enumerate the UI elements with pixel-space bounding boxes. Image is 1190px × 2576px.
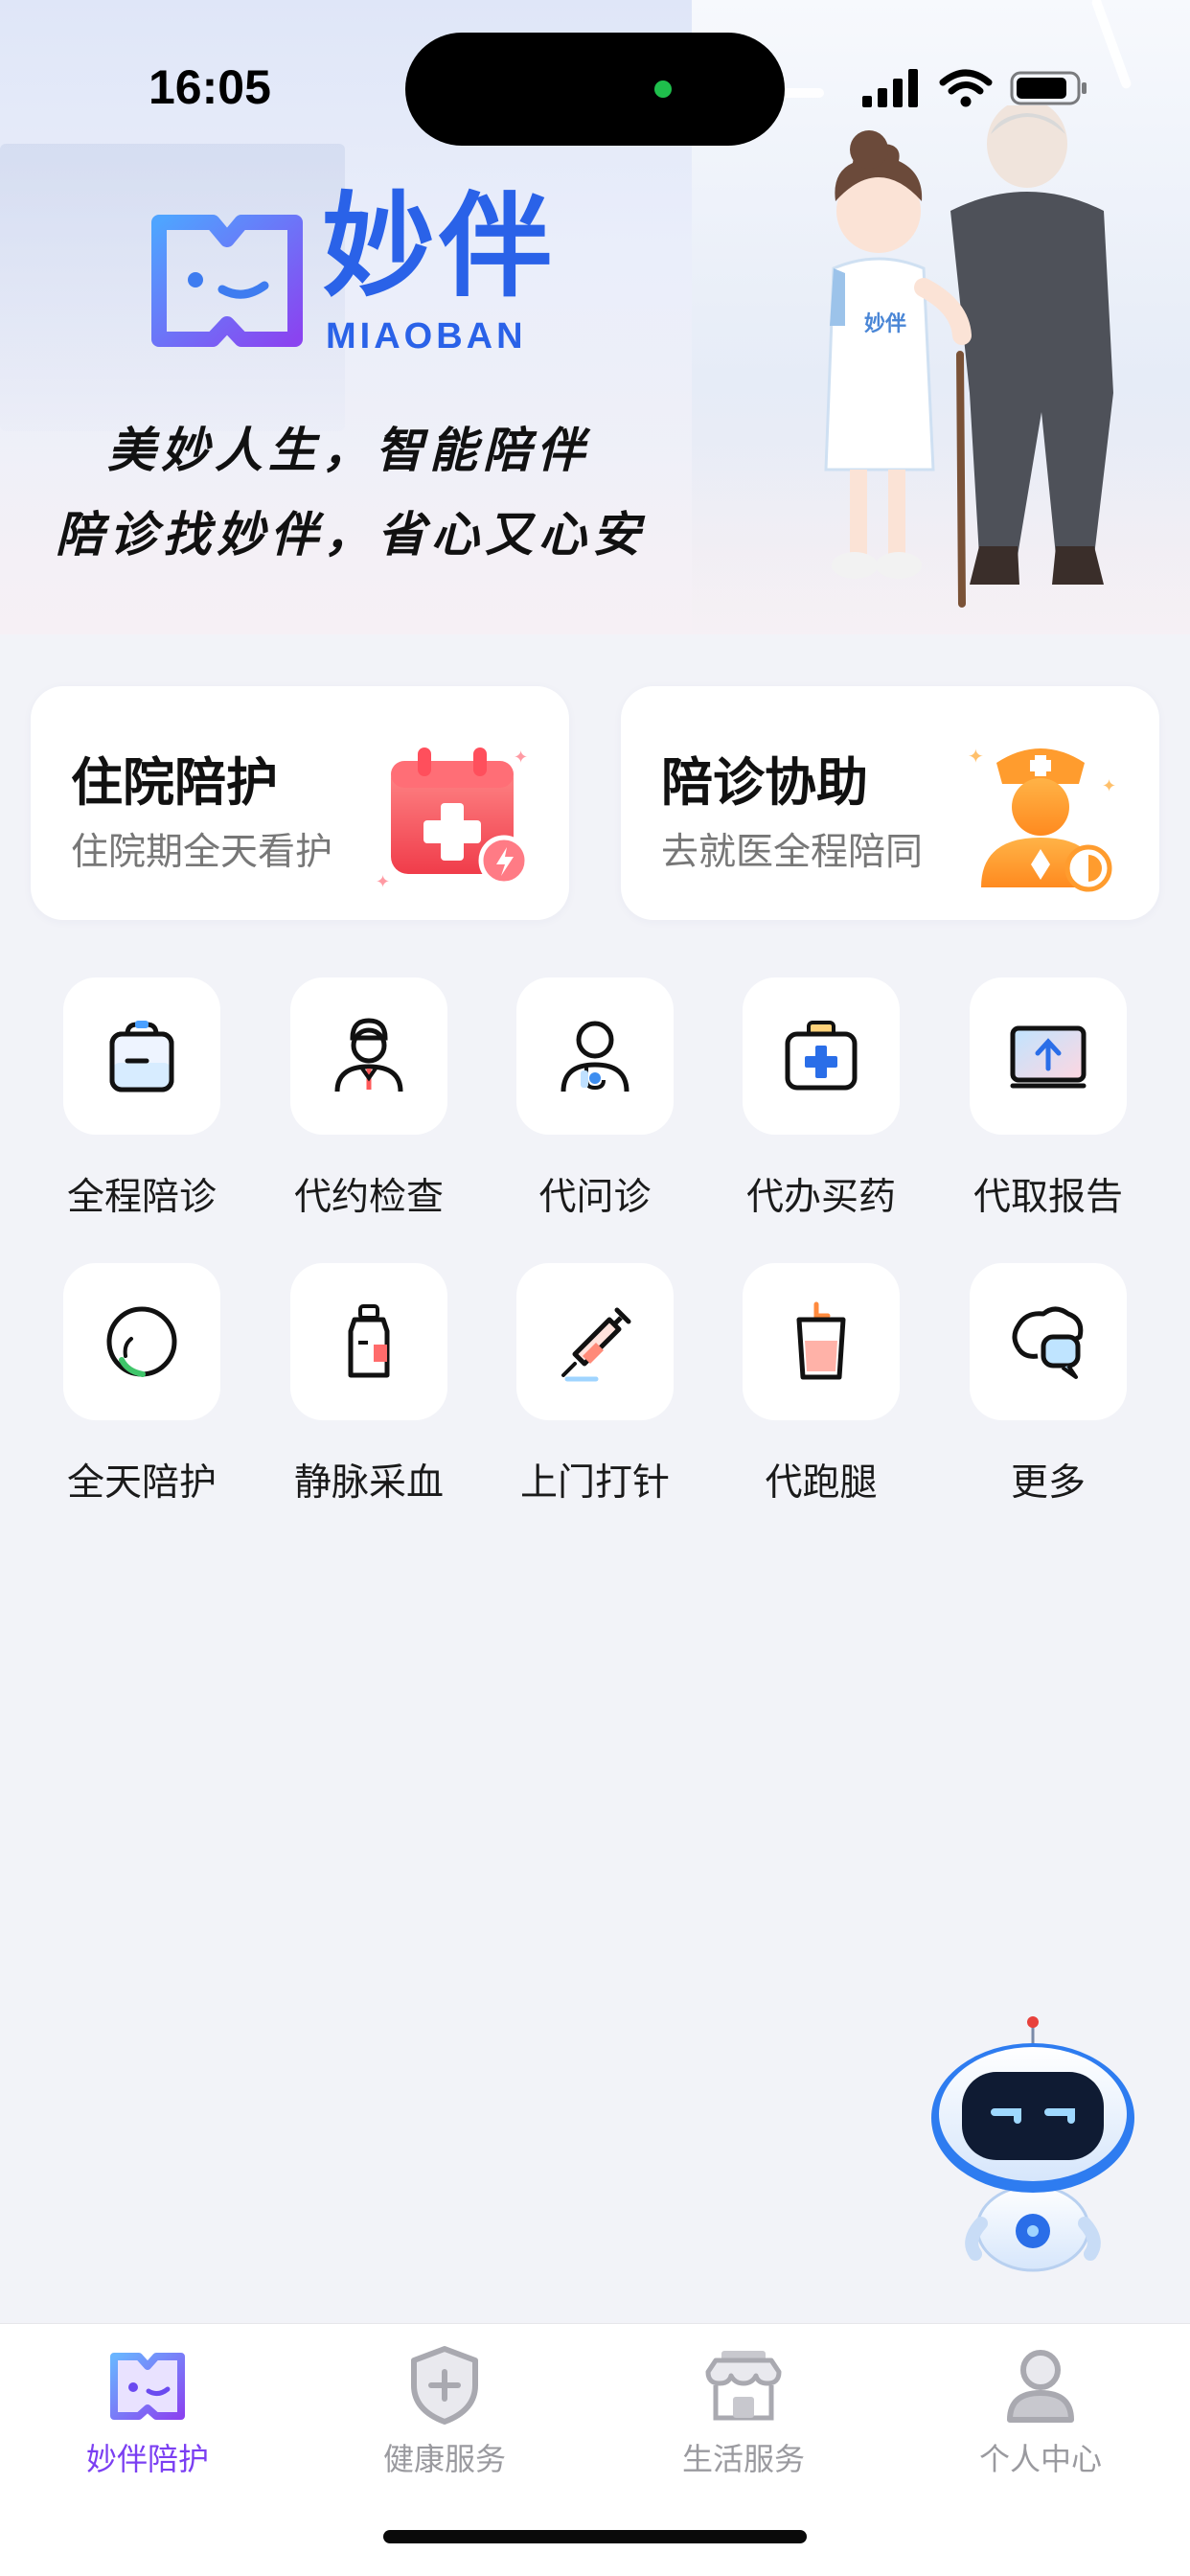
robot-assistant-icon[interactable] — [918, 2012, 1148, 2281]
service-tile — [290, 1263, 447, 1420]
calendar-medical-icon: ✦ ✦ — [376, 748, 530, 892]
miaoban-logo-icon — [151, 215, 303, 347]
service-tile — [743, 1263, 900, 1420]
card-subtitle: 住院期全天看护 — [71, 831, 333, 874]
service-tile — [516, 978, 674, 1135]
slogan-line-2: 陪诊找妙伴，省心又心安 — [56, 506, 646, 563]
status-time: 16:05 — [149, 60, 271, 114]
service-tile — [63, 978, 220, 1135]
nurse-elderly-illustration: 妙伴 — [824, 105, 1113, 608]
svg-text:✦: ✦ — [376, 872, 390, 892]
service-label: 上门打针 — [519, 1461, 670, 1505]
service-label: 代办买药 — [745, 1176, 896, 1219]
app-screen: 16:05 妙伴 MIAOBAN 美妙人生，智能陪伴 陪诊找妙伴，省心又心安 妙… — [0, 0, 1190, 2576]
logo-text-en: MIAOBAN — [326, 316, 527, 356]
bag-icon — [109, 1021, 174, 1092]
shop-icon — [705, 2351, 782, 2421]
service-errand[interactable]: 代跑腿 — [725, 1263, 917, 1506]
service-book-exam[interactable]: 代约检查 — [273, 978, 465, 1221]
tab-icon — [700, 2341, 787, 2427]
clock-circle-icon — [106, 1306, 177, 1377]
signal-icon — [862, 69, 918, 107]
blood-bottle-icon — [348, 1304, 390, 1378]
service-all-day-care[interactable]: 全天陪护 — [46, 1263, 238, 1506]
cup-icon — [796, 1301, 846, 1380]
tab-personal-center[interactable]: 个人中心 — [935, 2341, 1146, 2479]
service-tile — [516, 1263, 674, 1420]
nurse-badge-text: 妙伴 — [864, 311, 906, 336]
nurse-escort-icon: ✦ ✦ — [968, 745, 1116, 892]
doctor-icon — [334, 1018, 403, 1092]
syringe-icon — [561, 1307, 631, 1382]
user-icon — [1007, 2350, 1074, 2423]
report-upload-icon — [1010, 1025, 1087, 1089]
service-proxy-consult[interactable]: 代问诊 — [499, 978, 691, 1221]
home-indicator[interactable] — [383, 2530, 807, 2543]
tab-icon — [997, 2341, 1084, 2427]
consult-doctor-icon — [561, 1021, 629, 1092]
camera-indicator-icon — [654, 80, 672, 98]
miaoban-logo-icon — [110, 2353, 185, 2420]
service-label: 全程陪诊 — [66, 1176, 217, 1219]
card-title: 陪诊协助 — [661, 752, 868, 813]
hero-banner[interactable]: 16:05 妙伴 MIAOBAN 美妙人生，智能陪伴 陪诊找妙伴，省心又心安 妙… — [0, 0, 1190, 634]
service-label: 静脉采血 — [293, 1461, 444, 1505]
service-tile — [63, 1263, 220, 1420]
service-tile — [970, 978, 1127, 1135]
card-consult-escort[interactable]: 陪诊协助 去就医全程陪同 ✦ ✦ — [621, 686, 1159, 920]
logo-text-cn: 妙伴 — [322, 180, 557, 312]
service-label: 全天陪护 — [66, 1461, 217, 1505]
status-icons — [862, 69, 1090, 107]
service-label: 代取报告 — [973, 1176, 1123, 1219]
card-hospital-care[interactable]: 住院陪护 住院期全天看护 ✦ ✦ — [31, 686, 569, 920]
service-full-escort[interactable]: 全程陪诊 — [46, 978, 238, 1221]
tab-icon — [104, 2341, 191, 2427]
tab-health-services[interactable]: 健康服务 — [339, 2341, 550, 2479]
slogan-line-1: 美妙人生，智能陪伴 — [107, 422, 590, 478]
service-get-report[interactable]: 代取报告 — [952, 978, 1144, 1221]
card-subtitle: 去就医全程陪同 — [661, 831, 924, 874]
svg-text:✦: ✦ — [1102, 776, 1116, 796]
service-tile — [743, 978, 900, 1135]
service-blood-draw[interactable]: 静脉采血 — [273, 1263, 465, 1506]
tab-label: 健康服务 — [382, 2441, 506, 2477]
medical-kit-icon — [785, 1021, 858, 1091]
service-label: 代跑腿 — [765, 1461, 878, 1505]
tab-label: 个人中心 — [978, 2441, 1102, 2477]
tab-label: 生活服务 — [681, 2441, 805, 2477]
battery-icon — [1010, 71, 1087, 105]
chat-bubbles-icon — [1012, 1306, 1084, 1379]
service-label: 代问诊 — [538, 1176, 652, 1219]
card-title: 住院陪护 — [71, 752, 278, 813]
service-label: 代约检查 — [293, 1176, 444, 1219]
svg-text:✦: ✦ — [968, 745, 984, 768]
tab-miaoban-care[interactable]: 妙伴陪护 — [42, 2341, 253, 2479]
service-tile — [290, 978, 447, 1135]
service-home-injection[interactable]: 上门打针 — [499, 1263, 691, 1506]
wifi-icon — [939, 69, 993, 107]
tab-icon — [401, 2341, 488, 2427]
tab-label: 妙伴陪护 — [85, 2441, 209, 2477]
shield-plus-icon — [411, 2346, 478, 2425]
service-buy-medicine[interactable]: 代办买药 — [725, 978, 917, 1221]
svg-text:✦: ✦ — [514, 748, 528, 768]
service-more[interactable]: 更多 — [952, 1263, 1144, 1506]
service-label: 更多 — [1010, 1461, 1086, 1505]
tab-life-services[interactable]: 生活服务 — [638, 2341, 849, 2479]
service-tile — [970, 1263, 1127, 1420]
